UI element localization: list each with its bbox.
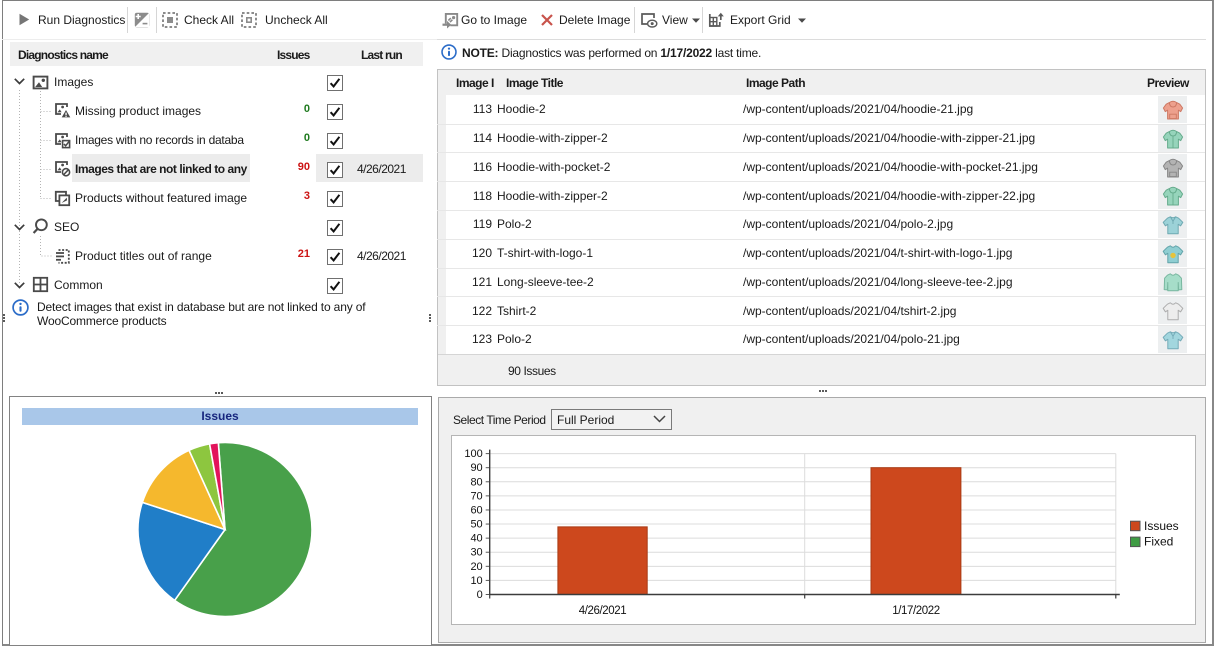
svg-text:100: 100	[464, 448, 482, 460]
svg-text:1/17/2022: 1/17/2022	[892, 605, 940, 617]
svg-text:20: 20	[470, 561, 482, 573]
svg-text:40: 40	[470, 533, 482, 545]
svg-text:90: 90	[470, 462, 482, 474]
svg-text:30: 30	[470, 547, 482, 559]
svg-text:70: 70	[470, 490, 482, 502]
svg-text:10: 10	[470, 575, 482, 587]
svg-text:60: 60	[470, 504, 482, 516]
svg-text:0: 0	[477, 589, 483, 601]
svg-text:4/26/2021: 4/26/2021	[579, 605, 627, 617]
svg-text:80: 80	[470, 476, 482, 488]
svg-text:50: 50	[470, 519, 482, 531]
svg-text:Fixed: Fixed	[1144, 535, 1173, 549]
svg-text:Issues: Issues	[1144, 519, 1179, 533]
